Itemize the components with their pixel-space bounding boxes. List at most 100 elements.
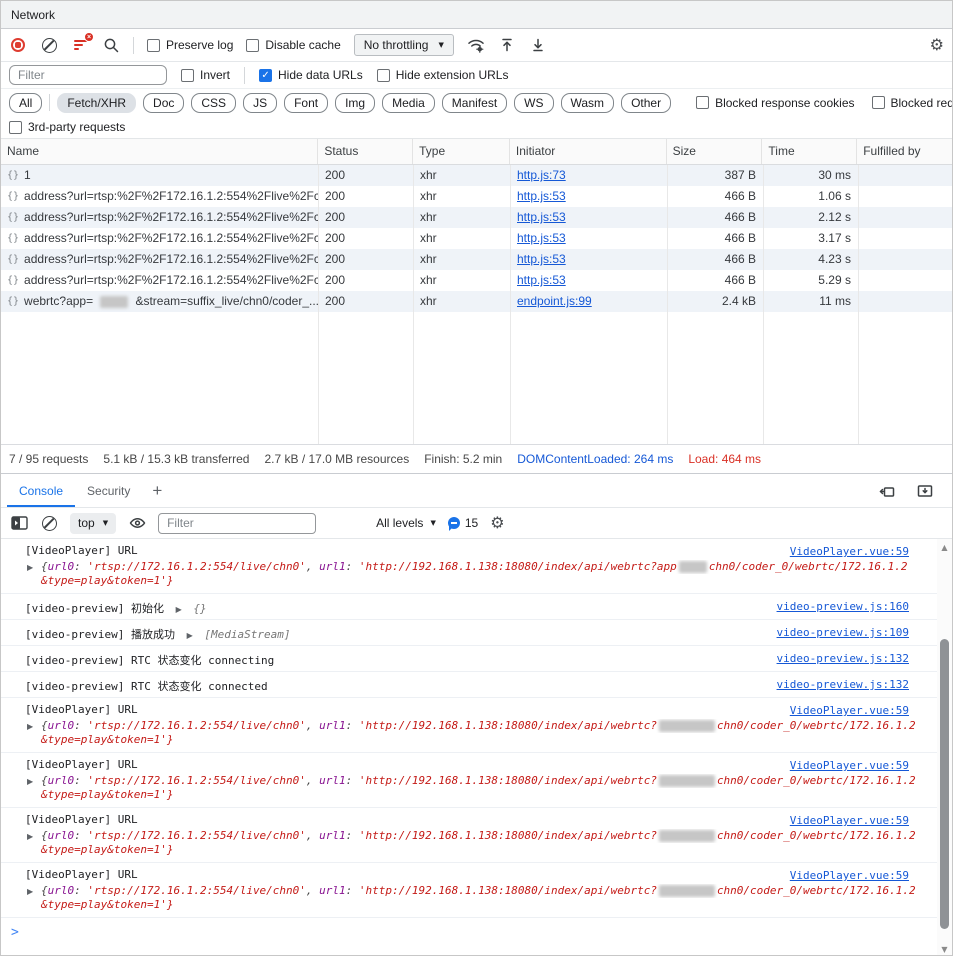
initiator-link[interactable]: http.js:53 — [517, 273, 566, 287]
column-header-fulfilled-by[interactable]: Fulfilled by — [857, 139, 952, 164]
column-header-initiator[interactable]: Initiator — [510, 139, 667, 164]
export-har-icon[interactable] — [529, 36, 547, 54]
table-row[interactable]: {}address?url=rtsp:%2F%2F172.16.1.2:554%… — [1, 249, 952, 270]
console-message[interactable]: [video-preview] RTC 状态变化 connecting vide… — [1, 646, 937, 672]
source-link[interactable]: video-preview.js:132 — [777, 652, 909, 665]
initiator-link[interactable]: http.js:53 — [517, 189, 566, 203]
expand-arrow-icon[interactable]: ▶ — [27, 830, 33, 843]
column-header-name[interactable]: Name — [1, 139, 318, 164]
table-row[interactable]: {}address?url=rtsp:%2F%2F172.16.1.2:554%… — [1, 228, 952, 249]
request-type: xhr — [414, 228, 511, 249]
throttling-select[interactable]: No throttling ▼ — [354, 34, 454, 56]
initiator-link[interactable]: http.js:53 — [517, 210, 566, 224]
expand-arrow-icon[interactable]: ▶ — [27, 561, 33, 574]
console-message[interactable]: [VideoPlayer] URL VideoPlayer.vue:59 ▶ {… — [1, 698, 937, 753]
disable-cache-checkbox[interactable]: ✓ Disable cache — [246, 38, 340, 52]
search-icon[interactable] — [102, 36, 120, 54]
request-time: 3.17 s — [764, 228, 859, 249]
console-message[interactable]: [VideoPlayer] URL VideoPlayer.vue:59 ▶ {… — [1, 808, 937, 863]
issues-counter[interactable]: 15 — [448, 516, 478, 530]
scrollbar-thumb[interactable] — [940, 639, 949, 929]
expand-arrow-icon[interactable]: ▶ — [176, 605, 182, 614]
network-conditions-icon[interactable] — [467, 36, 485, 54]
request-fulfilled-by — [859, 186, 952, 207]
hide-data-urls-checkbox[interactable]: ✓ Hide data URLs — [259, 68, 363, 82]
preserve-log-checkbox[interactable]: ✓ Preserve log — [147, 38, 233, 52]
table-row[interactable]: {}address?url=rtsp:%2F%2F172.16.1.2:554%… — [1, 207, 952, 228]
table-row[interactable]: {}webrtc?app=&stream=suffix_live/chn0/co… — [1, 291, 952, 312]
expand-arrow-icon[interactable]: ▶ — [27, 775, 33, 788]
expand-arrow-icon[interactable]: ▶ — [27, 720, 33, 733]
chip-doc[interactable]: Doc — [143, 93, 184, 113]
source-link[interactable]: VideoPlayer.vue:59 — [790, 704, 909, 717]
import-har-icon[interactable] — [498, 36, 516, 54]
console-prompt[interactable]: > — [1, 918, 952, 940]
record-icon[interactable] — [9, 36, 27, 54]
tab-security[interactable]: Security — [75, 474, 142, 507]
blocked-response-cookies-checkbox[interactable]: ✓ Blocked response cookies — [696, 96, 854, 110]
third-party-requests-checkbox[interactable]: ✓ 3rd-party requests — [9, 120, 125, 134]
chip-fetch-xhr[interactable]: Fetch/XHR — [57, 93, 136, 113]
source-link[interactable]: VideoPlayer.vue:59 — [790, 814, 909, 827]
console-message[interactable]: [VideoPlayer] URL VideoPlayer.vue:59 ▶ {… — [1, 863, 937, 918]
initiator-link[interactable]: http.js:53 — [517, 231, 566, 245]
source-link[interactable]: VideoPlayer.vue:59 — [790, 759, 909, 772]
network-filter-input[interactable] — [9, 65, 167, 85]
console-filter-input[interactable] — [158, 513, 316, 534]
expand-arrow-icon[interactable]: ▶ — [27, 885, 33, 898]
scrollbar-up-arrow[interactable]: ▲ — [937, 543, 952, 552]
source-link[interactable]: video-preview.js:160 — [777, 600, 909, 613]
scrollbar-down-arrow[interactable]: ▼ — [937, 945, 952, 954]
column-header-status[interactable]: Status — [318, 139, 413, 164]
console-message[interactable]: [VideoPlayer] URL VideoPlayer.vue:59 ▶ {… — [1, 753, 937, 808]
table-row[interactable]: {}address?url=rtsp:%2F%2F172.16.1.2:554%… — [1, 186, 952, 207]
table-row[interactable]: {}1 200 xhr http.js:73 387 B 30 ms — [1, 165, 952, 186]
source-link[interactable]: VideoPlayer.vue:59 — [790, 869, 909, 882]
source-link[interactable]: video-preview.js:132 — [777, 678, 909, 691]
source-link[interactable]: video-preview.js:109 — [777, 626, 909, 639]
chip-font[interactable]: Font — [284, 93, 328, 113]
column-header-size[interactable]: Size — [667, 139, 763, 164]
console-message[interactable]: [video-preview] RTC 状态变化 connected video… — [1, 672, 937, 698]
console-message[interactable]: [VideoPlayer] URL VideoPlayer.vue:59 ▶ {… — [1, 539, 937, 594]
console-message[interactable]: [video-preview] 初始化 ▶ {} video-preview.j… — [1, 594, 937, 620]
undock-drawer-icon[interactable] — [878, 482, 896, 500]
chip-all[interactable]: All — [9, 93, 42, 113]
console-sidebar-icon[interactable] — [10, 514, 28, 532]
initiator-link[interactable]: endpoint.js:99 — [517, 294, 592, 308]
hide-extension-urls-checkbox[interactable]: ✓ Hide extension URLs — [377, 68, 509, 82]
clear-console-icon[interactable] — [40, 514, 58, 532]
chip-ws[interactable]: WS — [514, 93, 553, 113]
console-message[interactable]: [video-preview] 播放成功 ▶ [MediaStream] vid… — [1, 620, 937, 646]
chip-img[interactable]: Img — [335, 93, 375, 113]
request-time: 2.12 s — [764, 207, 859, 228]
chip-other[interactable]: Other — [621, 93, 671, 113]
network-filter-icon[interactable]: × — [71, 36, 89, 54]
dock-bottom-icon[interactable] — [916, 482, 934, 500]
chip-manifest[interactable]: Manifest — [442, 93, 507, 113]
transferred-size: 5.1 kB / 15.3 kB transferred — [103, 452, 249, 466]
add-tab-button[interactable]: + — [142, 481, 172, 501]
initiator-link[interactable]: http.js:73 — [517, 168, 566, 182]
column-header-type[interactable]: Type — [413, 139, 510, 164]
table-row[interactable]: {}address?url=rtsp:%2F%2F172.16.1.2:554%… — [1, 270, 952, 291]
chip-css[interactable]: CSS — [191, 93, 236, 113]
console-scrollbar[interactable]: ▲ ▼ — [937, 539, 952, 956]
settings-gear-icon[interactable]: ⚙ — [930, 37, 944, 53]
live-expression-eye-icon[interactable] — [128, 514, 146, 532]
source-link[interactable]: VideoPlayer.vue:59 — [790, 545, 909, 558]
chip-js[interactable]: JS — [243, 93, 277, 113]
context-selector[interactable]: top ▼ — [70, 513, 116, 534]
initiator-link[interactable]: http.js:53 — [517, 252, 566, 266]
redacted-text — [659, 885, 715, 897]
tab-console[interactable]: Console — [7, 474, 75, 507]
console-settings-gear-icon[interactable]: ⚙ — [490, 515, 504, 531]
column-header-time[interactable]: Time — [762, 139, 857, 164]
log-levels-select[interactable]: All levels ▼ — [376, 516, 436, 530]
invert-checkbox[interactable]: ✓ Invert — [181, 68, 230, 82]
clear-network-log-icon[interactable] — [40, 36, 58, 54]
blocked-requests-checkbox[interactable]: ✓ Blocked requests — [872, 96, 953, 110]
chip-wasm[interactable]: Wasm — [561, 93, 615, 113]
chip-media[interactable]: Media — [382, 93, 435, 113]
expand-arrow-icon[interactable]: ▶ — [187, 631, 193, 640]
